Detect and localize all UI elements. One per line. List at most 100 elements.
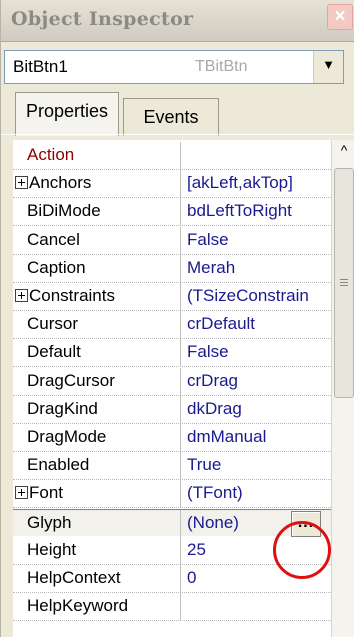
property-name-label: Glyph [27, 512, 72, 532]
property-row-enabled[interactable]: Enabled True [13, 452, 331, 481]
property-name-label: HelpKeyword [27, 596, 129, 616]
property-row-anchors[interactable]: Anchors [akLeft,akTop] [13, 170, 331, 199]
property-name-label: DragKind [27, 398, 98, 418]
property-value[interactable]: (TFont) [187, 483, 243, 503]
property-value[interactable]: [akLeft,akTop] [187, 173, 293, 193]
property-name-cell[interactable]: DragMode [13, 424, 181, 452]
property-row-action[interactable]: Action [13, 142, 331, 170]
property-name-cell[interactable]: DragCursor [13, 367, 181, 396]
close-icon: × [334, 6, 346, 27]
property-name: DragKind [27, 399, 98, 419]
property-value[interactable]: False [187, 342, 229, 362]
property-row-default[interactable]: Default False [13, 339, 331, 368]
property-name-cell[interactable]: Cancel [13, 226, 181, 255]
title-bar[interactable]: Object Inspector × [1, 0, 354, 42]
property-name-label: Cancel [27, 229, 80, 249]
property-name-cell[interactable]: Caption [13, 254, 181, 283]
property-row-dragmode[interactable]: DragMode dmManual [13, 424, 331, 452]
property-name: Constraints [15, 286, 115, 306]
property-name-label: Constraints [29, 286, 115, 305]
property-name-label: Cursor [27, 314, 79, 334]
property-name-cell[interactable]: Cursor [13, 311, 181, 340]
property-name: Enabled [27, 455, 89, 475]
property-value[interactable]: bdLeftToRight [187, 201, 292, 221]
property-value[interactable]: Merah [187, 258, 235, 278]
property-name-cell[interactable]: Font [13, 480, 181, 509]
tab-events[interactable]: Events [123, 98, 219, 136]
tab-events-label: Events [143, 107, 199, 127]
property-row-dragkind[interactable]: DragKind dkDrag [13, 395, 331, 424]
property-row-constraints[interactable]: Constraints (TSizeConstrain [13, 283, 331, 311]
close-button[interactable]: × [327, 4, 353, 30]
property-name: Glyph [27, 513, 71, 533]
property-name: HelpKeyword [27, 596, 128, 616]
property-name-label: Height [27, 539, 77, 559]
property-name: Action [27, 145, 74, 165]
object-selector[interactable]: BitBtn1 TBitBtn ▼ [4, 50, 344, 84]
scroll-thumb[interactable] [334, 168, 354, 398]
property-value[interactable]: 0 [187, 568, 196, 588]
property-name-label: Enabled [27, 455, 90, 475]
property-value[interactable]: (TSizeConstrain [187, 286, 309, 306]
property-name-cell[interactable]: Action [13, 142, 181, 170]
property-value[interactable]: False [187, 230, 229, 250]
property-row-dragcursor[interactable]: DragCursor crDrag [13, 367, 331, 396]
grip-line [340, 285, 348, 286]
object-name: BitBtn1 [13, 57, 68, 76]
property-name: DragMode [27, 427, 106, 447]
property-name: DragCursor [27, 371, 115, 391]
object-type: TBitBtn [195, 58, 248, 75]
grip-line [340, 282, 348, 283]
object-selector-dropdown-button[interactable]: ▼ [313, 51, 343, 83]
property-name-cell[interactable]: Constraints [13, 283, 181, 311]
property-name-label: Anchors [29, 173, 92, 193]
property-name: Cancel [27, 230, 80, 250]
property-name-cell[interactable]: Enabled [13, 452, 181, 481]
property-name-label: Caption [27, 257, 86, 277]
property-value[interactable]: crDrag [187, 371, 238, 391]
property-name: Font [15, 483, 63, 503]
chevron-down-icon: ▼ [322, 57, 335, 72]
property-row-cancel[interactable]: Cancel False [13, 226, 331, 255]
expand-plus-icon[interactable] [15, 176, 28, 190]
property-name-cell[interactable]: HelpContext [13, 565, 181, 593]
property-name: Anchors [15, 173, 91, 193]
window-title: Object Inspector [11, 8, 194, 30]
property-name-cell[interactable]: BiDiMode [13, 198, 181, 227]
property-name-cell[interactable]: Default [13, 339, 181, 368]
property-name-cell[interactable]: Glyph [13, 509, 181, 538]
property-name: Height [27, 540, 76, 560]
property-name-cell[interactable]: DragKind [13, 395, 181, 424]
property-name: Cursor [27, 314, 78, 334]
expand-plus-icon[interactable] [15, 486, 28, 500]
property-name: BiDiMode [27, 201, 101, 221]
scroll-up-button[interactable]: ^ [332, 140, 354, 166]
property-name-cell[interactable]: Height [13, 536, 181, 565]
vertical-scrollbar[interactable]: ^ [331, 140, 354, 637]
tab-divider [1, 134, 354, 135]
property-value[interactable]: dmManual [187, 427, 266, 447]
property-name-cell[interactable]: Anchors [13, 170, 181, 199]
property-name-cell[interactable]: HelpKeyword [13, 593, 181, 622]
property-name-label: HelpContext [27, 568, 121, 587]
property-name-label: Action [27, 145, 75, 164]
property-value[interactable]: dkDrag [187, 399, 242, 419]
property-row-caption[interactable]: Caption Merah [13, 254, 331, 283]
expand-plus-icon[interactable] [15, 289, 28, 302]
property-name-label: BiDiMode [27, 201, 101, 221]
tab-properties[interactable]: Properties [15, 92, 119, 136]
property-row-cursor[interactable]: Cursor crDefault [13, 311, 331, 340]
property-value[interactable]: (None) [187, 513, 239, 533]
property-row-font[interactable]: Font (TFont) [13, 480, 331, 509]
chevron-up-icon: ^ [340, 142, 348, 158]
property-value[interactable]: True [187, 455, 221, 475]
object-inspector-window: Object Inspector × BitBtn1 TBitBtn ▼ Pro… [0, 0, 354, 637]
property-value[interactable]: crDefault [187, 314, 255, 334]
property-name-label: Default [27, 342, 81, 362]
property-row-helpkeyword[interactable]: HelpKeyword [13, 593, 331, 622]
property-name-label: DragMode [27, 427, 107, 446]
property-value[interactable]: 25 [187, 540, 206, 560]
property-row-bidimode[interactable]: BiDiMode bdLeftToRight [13, 198, 331, 227]
property-name-label: DragCursor [27, 370, 115, 390]
property-name: HelpContext [27, 568, 121, 588]
